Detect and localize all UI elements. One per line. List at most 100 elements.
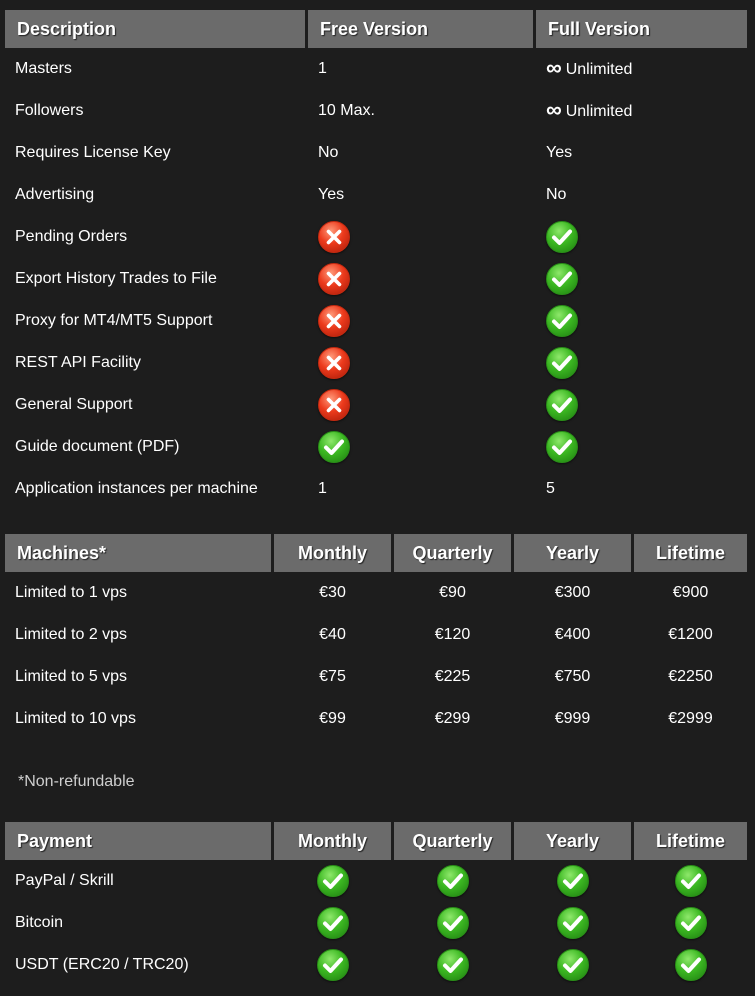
feature-label: Guide document (PDF) bbox=[15, 438, 180, 455]
cross-circle-icon bbox=[318, 347, 350, 379]
value-cell: Yes bbox=[318, 186, 345, 203]
unavailable-cell bbox=[308, 216, 533, 258]
check-circle-icon bbox=[546, 221, 578, 253]
check-circle-icon bbox=[318, 431, 350, 463]
header-monthly: Monthly bbox=[274, 534, 391, 572]
check-circle-icon bbox=[436, 949, 469, 981]
header-quarterly: Quarterly bbox=[394, 822, 511, 860]
cross-circle-icon bbox=[318, 389, 350, 421]
payment-availability-cell bbox=[514, 860, 631, 902]
value-cell: 1 bbox=[318, 480, 327, 497]
unavailable-cell bbox=[308, 258, 533, 300]
price-cell: €400 bbox=[554, 626, 591, 643]
header-monthly: Monthly bbox=[274, 822, 391, 860]
machine-plan-label: Limited to 10 vps bbox=[15, 710, 136, 727]
check-circle-icon bbox=[546, 263, 578, 295]
check-circle-icon bbox=[436, 907, 469, 939]
payment-availability-cell bbox=[514, 902, 631, 944]
available-cell bbox=[536, 216, 747, 258]
table-row: Followers 10 Max. ∞ Unlimited bbox=[5, 90, 747, 132]
payment-availability-cell bbox=[274, 944, 391, 986]
price-cell: €120 bbox=[434, 626, 471, 643]
check-circle-icon bbox=[316, 907, 349, 939]
check-circle-icon bbox=[674, 865, 707, 897]
features-table-wrapper: Description Free Version Full Version Ma… bbox=[5, 10, 753, 510]
table-row: Advertising Yes No bbox=[5, 174, 747, 216]
payment-availability-cell bbox=[274, 860, 391, 902]
header-free-version: Free Version bbox=[308, 10, 533, 48]
price-cell: €299 bbox=[434, 710, 471, 727]
feature-label: REST API Facility bbox=[15, 354, 141, 371]
check-circle-icon bbox=[316, 865, 349, 897]
table-row: Limited to 2 vps €40 €120 €400 €1200 bbox=[5, 614, 747, 656]
machines-body: Limited to 1 vps €30 €90 €300 €900 Limited to… bbox=[5, 572, 747, 740]
payment-body: PayPal / Skrill Bitcoin USDT (ERC20 / TRC2… bbox=[5, 860, 747, 986]
unlimited-label: Unlimited bbox=[565, 60, 633, 78]
cross-circle-icon bbox=[318, 305, 350, 337]
machine-plan-label: Limited to 2 vps bbox=[15, 626, 128, 643]
header-machines: Machines* bbox=[5, 534, 271, 572]
table-row: REST API Facility bbox=[5, 342, 747, 384]
features-body: Masters 1 ∞ Unlimited Followers 10 Max. ∞ Unlim… bbox=[5, 48, 747, 510]
value-cell: No bbox=[318, 144, 339, 161]
price-cell: €99 bbox=[319, 710, 346, 727]
price-cell: €900 bbox=[672, 584, 709, 601]
payment-availability-cell bbox=[394, 944, 511, 986]
payment-method-label: PayPal / Skrill bbox=[15, 872, 114, 889]
machines-header-row: Machines* Monthly Quarterly Yearly Lifet… bbox=[5, 534, 747, 572]
infinity-icon: ∞ bbox=[546, 96, 562, 122]
check-circle-icon bbox=[546, 305, 578, 337]
table-row: General Support bbox=[5, 384, 747, 426]
price-cell: €75 bbox=[319, 668, 346, 685]
table-row: PayPal / Skrill bbox=[5, 860, 747, 902]
available-cell bbox=[536, 384, 747, 426]
machines-table-wrapper: Machines* Monthly Quarterly Yearly Lifet… bbox=[5, 534, 753, 740]
header-lifetime: Lifetime bbox=[634, 822, 747, 860]
value-cell: 1 bbox=[318, 60, 327, 77]
price-cell: €2250 bbox=[668, 668, 713, 685]
price-cell: €1200 bbox=[668, 626, 713, 643]
value-cell: No bbox=[546, 186, 567, 203]
available-cell bbox=[308, 426, 533, 468]
available-cell bbox=[536, 300, 747, 342]
header-lifetime: Lifetime bbox=[634, 534, 747, 572]
table-row: USDT (ERC20 / TRC20) bbox=[5, 944, 747, 986]
table-row: Limited to 5 vps €75 €225 €750 €2250 bbox=[5, 656, 747, 698]
check-circle-icon bbox=[546, 389, 578, 421]
table-row: Proxy for MT4/MT5 Support bbox=[5, 300, 747, 342]
header-quarterly: Quarterly bbox=[394, 534, 511, 572]
price-cell: €90 bbox=[439, 584, 466, 601]
price-cell: €40 bbox=[319, 626, 346, 643]
table-row: Requires License Key No Yes bbox=[5, 132, 747, 174]
payment-availability-cell bbox=[274, 902, 391, 944]
table-row: Limited to 10 vps €99 €299 €999 €2999 bbox=[5, 698, 747, 740]
features-table: Description Free Version Full Version Ma… bbox=[2, 10, 750, 510]
cross-circle-icon bbox=[318, 263, 350, 295]
check-circle-icon bbox=[674, 907, 707, 939]
price-cell: €225 bbox=[434, 668, 471, 685]
header-yearly: Yearly bbox=[514, 822, 631, 860]
payment-availability-cell bbox=[634, 944, 747, 986]
table-row: Bitcoin bbox=[5, 902, 747, 944]
check-circle-icon bbox=[436, 865, 469, 897]
table-row: Export History Trades to File bbox=[5, 258, 747, 300]
payment-header-row: Payment Monthly Quarterly Yearly Lifetim… bbox=[5, 822, 747, 860]
feature-label: Masters bbox=[15, 60, 72, 77]
price-cell: €750 bbox=[554, 668, 591, 685]
check-circle-icon bbox=[674, 949, 707, 981]
feature-label: Export History Trades to File bbox=[15, 270, 217, 287]
machine-plan-label: Limited to 5 vps bbox=[15, 668, 128, 685]
unlimited-cell: ∞ Unlimited bbox=[536, 90, 747, 132]
features-header-row: Description Free Version Full Version bbox=[5, 10, 747, 48]
feature-label: Requires License Key bbox=[15, 144, 171, 161]
payment-table: Payment Monthly Quarterly Yearly Lifetim… bbox=[2, 822, 750, 986]
feature-label: Pending Orders bbox=[15, 228, 128, 245]
table-row: Masters 1 ∞ Unlimited bbox=[5, 48, 747, 90]
feature-label: Followers bbox=[15, 102, 84, 119]
feature-label: Application instances per machine bbox=[15, 480, 258, 497]
check-circle-icon bbox=[556, 949, 589, 981]
check-circle-icon bbox=[316, 949, 349, 981]
table-row: Guide document (PDF) bbox=[5, 426, 747, 468]
machine-plan-label: Limited to 1 vps bbox=[15, 584, 128, 601]
available-cell bbox=[536, 426, 747, 468]
